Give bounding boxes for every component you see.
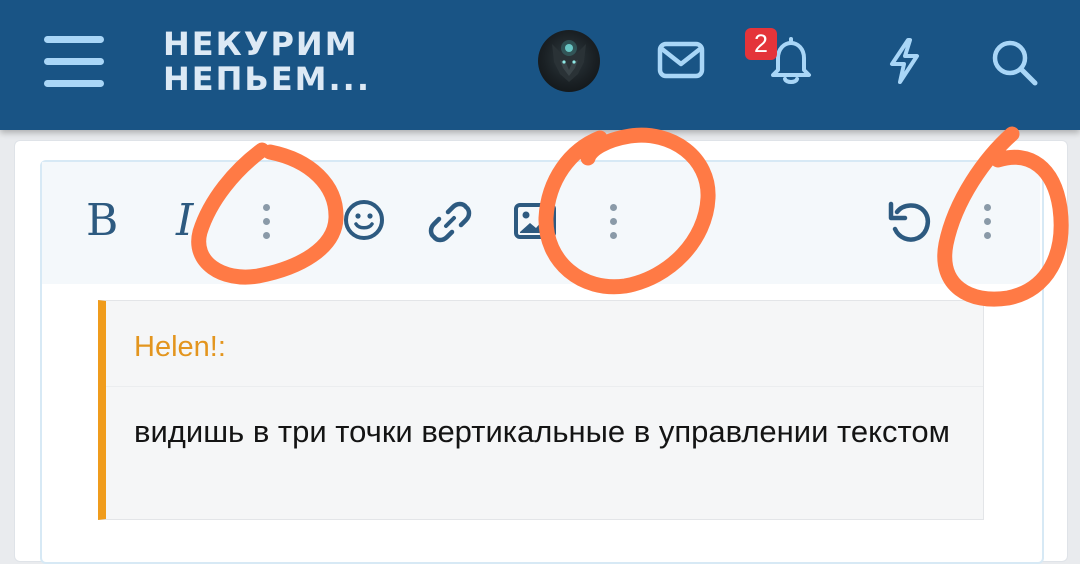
wolf-avatar-image	[552, 40, 586, 82]
quote-text: видишь в три точки вертикальные в управл…	[134, 414, 950, 449]
italic-button[interactable]: I	[176, 196, 193, 246]
link-icon[interactable]	[426, 198, 474, 246]
notification-count-badge: 2	[745, 28, 777, 60]
image-icon[interactable]	[513, 202, 557, 242]
more-text-options-icon[interactable]	[263, 204, 270, 246]
quote-author[interactable]: Helen!:	[134, 331, 226, 363]
avatar[interactable]	[538, 30, 600, 92]
site-title-line1: НЕКУРИМ	[163, 25, 359, 63]
lightning-icon[interactable]	[884, 36, 924, 86]
bold-button[interactable]: B	[86, 196, 118, 246]
search-icon[interactable]	[990, 38, 1040, 88]
site-title-line2: НЕПЬЕМ...	[163, 60, 371, 98]
site-title[interactable]: НЕКУРИМ НЕПЬЕМ...	[163, 25, 371, 98]
quote-header: Helen!:	[106, 301, 983, 387]
quote-block: Helen!: видишь в три точки вертикальные …	[98, 300, 984, 520]
envelope-icon[interactable]	[657, 40, 705, 80]
more-options-icon[interactable]	[984, 204, 991, 246]
hamburger-menu-icon[interactable]	[42, 34, 106, 88]
emoji-icon[interactable]	[342, 198, 386, 242]
more-insert-options-icon[interactable]	[610, 204, 617, 246]
top-navigation-bar: НЕКУРИМ НЕПЬЕМ... 2	[0, 0, 1080, 130]
undo-icon[interactable]	[885, 198, 935, 246]
